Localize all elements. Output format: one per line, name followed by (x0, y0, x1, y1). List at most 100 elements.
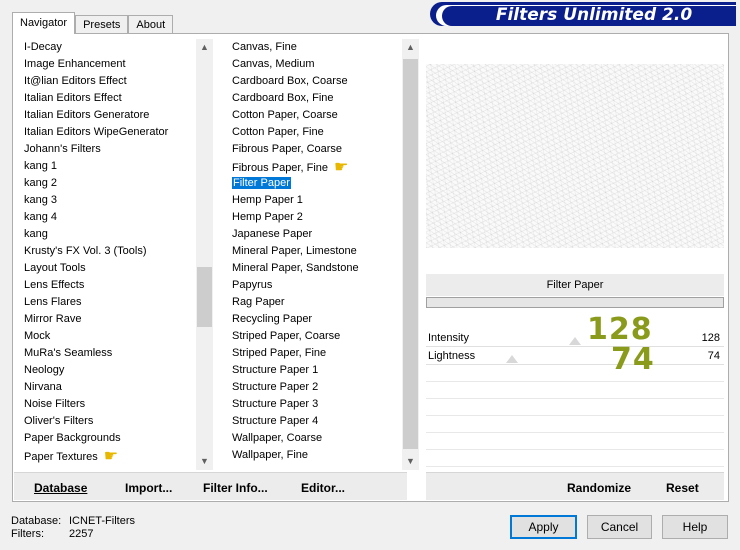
category-list[interactable]: I-Decay Image Enhancement It@lian Editors … (22, 39, 202, 465)
reset-button[interactable]: Reset (666, 481, 699, 495)
tab-navigator[interactable]: Navigator (12, 12, 76, 34)
scroll-down-icon[interactable]: ▼ (402, 453, 419, 470)
filter-item[interactable]: Hemp Paper 2 (230, 209, 400, 226)
category-item[interactable]: Italian Editors Generatore (22, 107, 202, 124)
cancel-button[interactable]: Cancel (587, 515, 652, 539)
param-value: 74 (707, 350, 720, 362)
database-info: Database: ICNET-Filters (11, 515, 135, 527)
filters-info: Filters: 2257 (11, 528, 93, 540)
category-item[interactable]: kang 2 (22, 175, 202, 192)
category-item[interactable]: Noise Filters (22, 396, 202, 413)
filter-item[interactable]: Structure Paper 1 (230, 362, 400, 379)
param-empty (426, 416, 724, 433)
slider-marker-icon[interactable] (569, 337, 581, 345)
param-empty (426, 433, 724, 450)
lightness-big-value: 74 (611, 342, 655, 377)
database-button[interactable]: Database (34, 481, 87, 495)
category-item[interactable]: kang 4 (22, 209, 202, 226)
tab-presets[interactable]: Presets (75, 15, 129, 34)
param-intensity[interactable]: Intensity 128 (426, 329, 724, 347)
tab-about[interactable]: About (128, 15, 174, 34)
filter-info-button[interactable]: Filter Info... (203, 481, 268, 495)
filter-item[interactable]: Structure Paper 4 (230, 413, 400, 430)
scroll-up-icon[interactable]: ▲ (196, 39, 213, 56)
category-scrollbar[interactable]: ▲ ▼ (196, 39, 213, 470)
category-item[interactable]: Mock (22, 328, 202, 345)
category-item[interactable]: Paper Textures ☛ (22, 447, 202, 465)
parameter-list: Intensity 128 Lightness 74 (426, 329, 724, 467)
filter-item[interactable]: Cotton Paper, Coarse (230, 107, 400, 124)
database-value: ICNET-Filters (69, 515, 135, 527)
tab-bar: Navigator Presets About (12, 12, 174, 34)
category-item[interactable]: MuRa's Seamless (22, 345, 202, 362)
filter-item[interactable]: Recycling Paper (230, 311, 400, 328)
filter-item[interactable]: Striped Paper, Coarse (230, 328, 400, 345)
editor-button[interactable]: Editor... (301, 481, 345, 495)
filter-item[interactable]: Mineral Paper, Limestone (230, 243, 400, 260)
category-item[interactable]: kang (22, 226, 202, 243)
filter-item[interactable]: Fibrous Paper, Fine ☛ (230, 158, 400, 176)
app-title: Filters Unlimited 2.0 (442, 6, 736, 26)
param-name: Lightness (428, 350, 476, 362)
param-empty (426, 382, 724, 399)
filter-item[interactable]: Japanese Paper (230, 226, 400, 243)
navigator-panel: I-Decay Image Enhancement It@lian Editors … (12, 33, 729, 502)
category-item[interactable]: kang 1 (22, 158, 202, 175)
filter-item[interactable]: Cotton Paper, Fine (230, 124, 400, 141)
help-button[interactable]: Help (662, 515, 728, 539)
param-empty (426, 365, 724, 382)
filter-item[interactable]: Fibrous Paper, Coarse (230, 141, 400, 158)
param-lightness[interactable]: Lightness 74 (426, 347, 724, 365)
right-button-bar: Randomize Reset (426, 472, 724, 500)
filters-value: 2257 (69, 528, 94, 540)
category-item[interactable]: kang 3 (22, 192, 202, 209)
filter-item[interactable]: Mineral Paper, Sandstone (230, 260, 400, 277)
category-item[interactable]: Johann's Filters (22, 141, 202, 158)
category-item[interactable]: Nirvana (22, 379, 202, 396)
filter-item[interactable]: Structure Paper 3 (230, 396, 400, 413)
category-item[interactable]: Paper Backgrounds (22, 430, 202, 447)
category-item[interactable]: Lens Flares (22, 294, 202, 311)
category-item[interactable]: Image Enhancement (22, 56, 202, 73)
pointing-hand-icon: ☛ (103, 448, 119, 465)
filter-item[interactable]: Cardboard Box, Fine (230, 90, 400, 107)
filter-item[interactable]: Wallpaper, Coarse (230, 430, 400, 447)
filter-item[interactable]: Striped Paper, Fine (230, 345, 400, 362)
filter-item[interactable]: Canvas, Fine (230, 39, 400, 56)
randomize-button[interactable]: Randomize (567, 481, 631, 495)
apply-button[interactable]: Apply (510, 515, 577, 539)
category-item[interactable]: Neology (22, 362, 202, 379)
param-value: 128 (701, 332, 720, 344)
progress-bar (426, 297, 724, 308)
category-item[interactable]: Lens Effects (22, 277, 202, 294)
category-item[interactable]: Italian Editors WipeGenerator (22, 124, 202, 141)
filter-item[interactable]: Canvas, Medium (230, 56, 400, 73)
category-item[interactable]: It@lian Editors Effect (22, 73, 202, 90)
category-item[interactable]: I-Decay (22, 39, 202, 56)
filter-item[interactable]: Wallpaper, Fine (230, 447, 400, 464)
category-item[interactable]: Mirror Rave (22, 311, 202, 328)
param-name: Intensity (428, 332, 469, 344)
slider-marker-icon[interactable] (506, 355, 518, 363)
pointing-hand-icon: ☛ (334, 159, 349, 176)
scroll-thumb[interactable] (403, 59, 418, 449)
category-item[interactable]: Krusty's FX Vol. 3 (Tools) (22, 243, 202, 260)
filter-scrollbar[interactable]: ▲ ▼ (402, 39, 419, 470)
param-empty (426, 399, 724, 416)
title-banner: Filters Unlimited 2.0 (430, 2, 736, 26)
category-item[interactable]: Italian Editors Effect (22, 90, 202, 107)
scroll-down-icon[interactable]: ▼ (196, 453, 213, 470)
filter-list[interactable]: Canvas, Fine Canvas, Medium Cardboard Box,… (230, 39, 400, 464)
filters-label: Filters: (11, 528, 44, 540)
scroll-up-icon[interactable]: ▲ (402, 39, 419, 56)
filter-item[interactable]: Papyrus (230, 277, 400, 294)
filter-item[interactable]: Structure Paper 2 (230, 379, 400, 396)
category-item[interactable]: Layout Tools (22, 260, 202, 277)
filter-item[interactable]: Cardboard Box, Coarse (230, 73, 400, 90)
category-item[interactable]: Oliver's Filters (22, 413, 202, 430)
filter-item[interactable]: Filter Paper (230, 175, 400, 192)
import-button[interactable]: Import... (125, 481, 172, 495)
filter-item[interactable]: Hemp Paper 1 (230, 192, 400, 209)
filter-item[interactable]: Rag Paper (230, 294, 400, 311)
scroll-thumb[interactable] (197, 267, 212, 327)
